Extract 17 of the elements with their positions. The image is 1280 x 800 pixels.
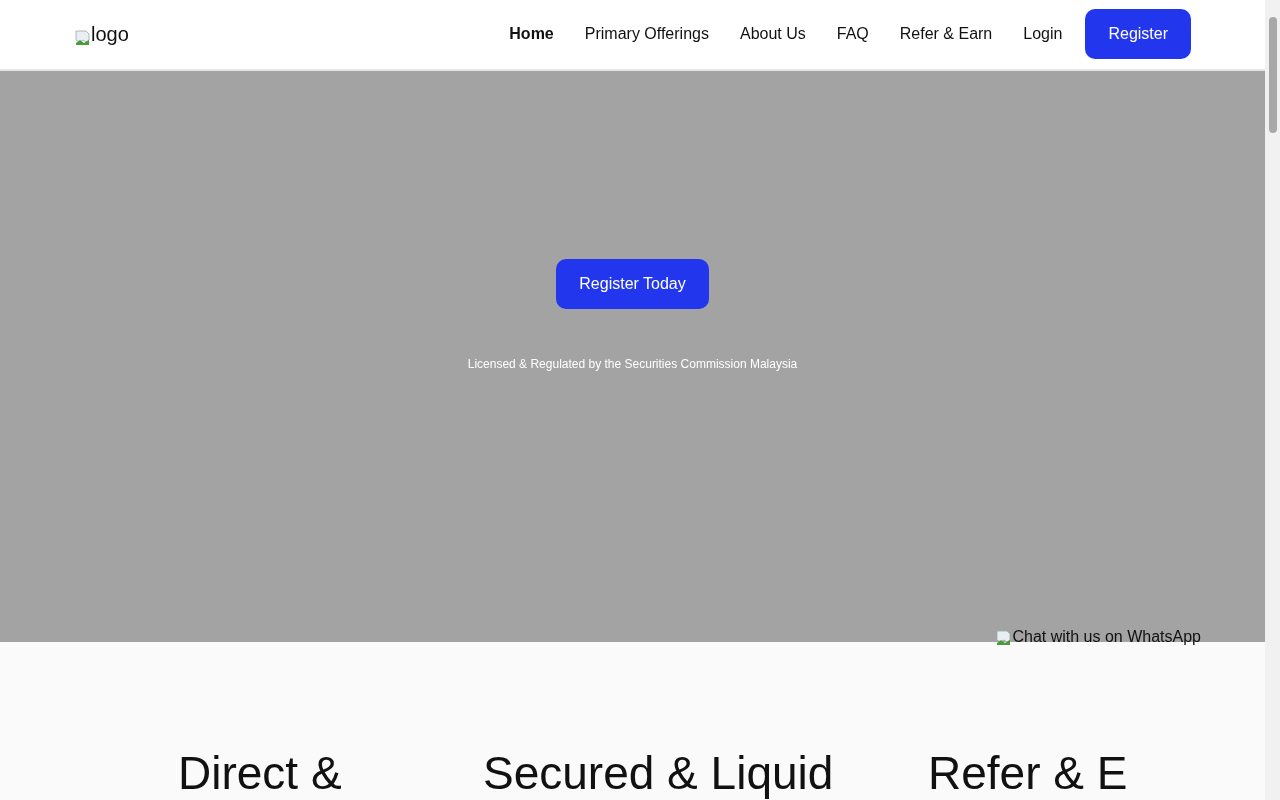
nav-link[interactable]: Primary Offerings <box>584 25 709 44</box>
nav-link[interactable]: Home <box>509 25 554 44</box>
register-today-button[interactable]: Register Today <box>556 258 709 309</box>
scrollbar[interactable] <box>1265 0 1280 800</box>
whatsapp-alt-text[interactable]: Chat with us on WhatsApp <box>1012 628 1201 646</box>
nav-link[interactable]: FAQ <box>836 25 869 44</box>
nav-link[interactable]: Login <box>1023 25 1063 44</box>
register-button[interactable]: Register <box>1085 9 1191 60</box>
broken-image-icon <box>75 29 91 46</box>
nav-link[interactable]: About Us <box>739 25 806 44</box>
scrollbar-thumb[interactable] <box>1268 17 1277 133</box>
license-note: Licensed & Regulated by the Securities Commission Malaysia <box>467 356 798 371</box>
feature-heading: Secured & Liquid <box>483 746 835 800</box>
feature-heading: Refer & E <box>928 746 1129 800</box>
logo-alt-text: logo <box>91 22 129 46</box>
feature-heading: Direct & <box>178 746 343 800</box>
nav-link[interactable]: Refer & Earn <box>899 25 993 44</box>
